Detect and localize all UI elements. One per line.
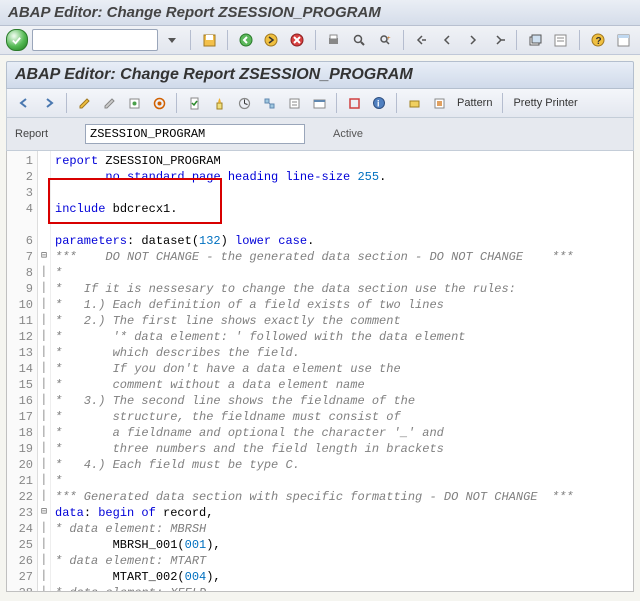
svg-text:?: ? — [595, 36, 601, 47]
breakpoint-icon[interactable] — [403, 92, 425, 114]
test-icon[interactable] — [233, 92, 255, 114]
check-icon[interactable] — [183, 92, 205, 114]
report-label: Report — [15, 128, 75, 140]
find-icon[interactable] — [349, 29, 371, 51]
enhance-icon[interactable] — [148, 92, 170, 114]
pattern-icon[interactable] — [428, 92, 450, 114]
find-next-icon[interactable]: + — [374, 29, 396, 51]
last-page-icon[interactable] — [488, 29, 510, 51]
activate-icon[interactable] — [208, 92, 230, 114]
save-icon[interactable] — [198, 29, 220, 51]
back-icon[interactable] — [235, 29, 257, 51]
command-field[interactable] — [32, 29, 158, 51]
cancel-icon[interactable] — [286, 29, 308, 51]
pattern-button[interactable]: Pattern — [453, 97, 496, 109]
window-title: ABAP Editor: Change Report ZSESSION_PROG… — [0, 0, 640, 26]
exit-icon[interactable] — [261, 29, 283, 51]
nav-window-icon[interactable] — [308, 92, 330, 114]
dropdown-icon[interactable] — [162, 29, 184, 51]
help-icon[interactable]: ? — [587, 29, 609, 51]
report-row: Report Active — [6, 118, 634, 151]
nav-forward-icon[interactable] — [38, 92, 60, 114]
where-used-icon[interactable] — [258, 92, 280, 114]
prev-page-icon[interactable] — [437, 29, 459, 51]
code-area[interactable]: report ZSESSION_PROGRAM no standard page… — [51, 151, 633, 591]
fullscreen-icon[interactable] — [343, 92, 365, 114]
object-list-icon[interactable] — [283, 92, 305, 114]
svg-text:+: + — [387, 36, 391, 42]
next-page-icon[interactable] — [462, 29, 484, 51]
first-page-icon[interactable] — [411, 29, 433, 51]
editor-title: ABAP Editor: Change Report ZSESSION_PROG… — [6, 61, 634, 89]
print-icon[interactable] — [323, 29, 345, 51]
display-change-icon[interactable] — [73, 92, 95, 114]
help-app-icon[interactable]: i — [368, 92, 390, 114]
shortcut-icon[interactable] — [550, 29, 572, 51]
svg-text:i: i — [377, 99, 380, 109]
other-object-icon[interactable] — [123, 92, 145, 114]
system-toolbar: + ? — [0, 26, 640, 55]
application-toolbar: i Pattern Pretty Printer — [6, 89, 634, 118]
new-session-icon[interactable] — [524, 29, 546, 51]
enter-button[interactable] — [6, 29, 28, 51]
pretty-printer-button[interactable]: Pretty Printer — [509, 97, 581, 109]
nav-back-icon[interactable] — [13, 92, 35, 114]
active-inactive-icon[interactable] — [98, 92, 120, 114]
layout-icon[interactable] — [612, 29, 634, 51]
code-editor[interactable]: 1234678910111213141516171819202122232425… — [6, 151, 634, 592]
line-gutter: 1234678910111213141516171819202122232425… — [7, 151, 38, 591]
fold-column[interactable]: ⊟│││││││││││││││⊟│││││ — [38, 151, 51, 591]
status-label: Active — [333, 128, 363, 140]
report-name-input[interactable] — [85, 124, 305, 144]
